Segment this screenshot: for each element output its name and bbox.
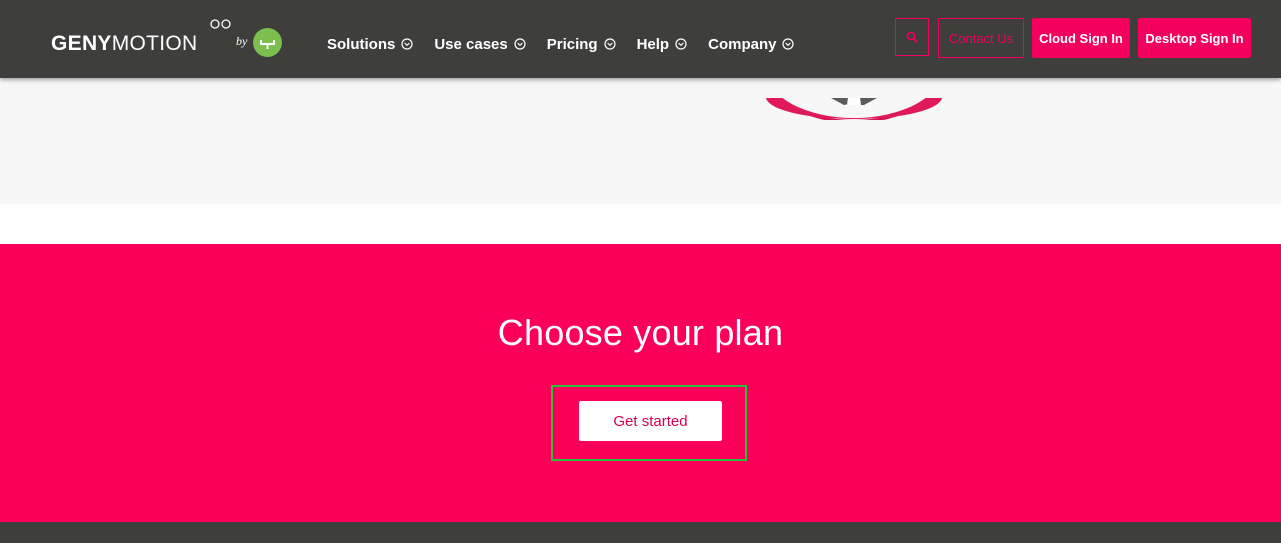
hero-illustration: [766, 98, 942, 120]
chevron-down-icon: [401, 38, 413, 50]
search-icon: [906, 31, 918, 43]
logo-text-light: MOTION: [111, 32, 198, 55]
footer: [0, 522, 1281, 543]
hero-section: [0, 78, 1281, 204]
nav-help-label: Help: [636, 35, 670, 53]
nav-use-cases[interactable]: Use cases: [434, 34, 526, 54]
nav-pricing-label: Pricing: [546, 35, 598, 53]
genymotion-logo[interactable]: GENYMOTION: [51, 30, 198, 60]
contact-us-button[interactable]: Contact Us: [938, 18, 1024, 58]
nav-company[interactable]: Company: [708, 34, 795, 54]
plan-heading: Choose your plan: [497, 312, 784, 353]
logo-dots-icon: [210, 19, 231, 29]
logo-text-bold: GENY: [51, 32, 112, 55]
choose-plan-section: Choose your plan Get started: [0, 244, 1281, 522]
search-button[interactable]: [895, 18, 929, 56]
get-started-button[interactable]: Get started: [579, 401, 722, 441]
chevron-down-icon: [514, 38, 526, 50]
nav-company-label: Company: [708, 35, 777, 53]
nav-help[interactable]: Help: [637, 34, 688, 54]
genymobile-badge-icon: [253, 28, 282, 57]
chevron-down-icon: [675, 38, 687, 50]
chevron-down-icon: [782, 38, 795, 50]
nav-solutions-label: Solutions: [327, 35, 396, 53]
desktop-sign-in-button[interactable]: Desktop Sign In: [1138, 18, 1251, 58]
nav-pricing[interactable]: Pricing: [547, 34, 616, 54]
cloud-sign-in-button[interactable]: Cloud Sign In: [1032, 18, 1130, 58]
chevron-down-icon: [603, 38, 616, 50]
nav-solutions[interactable]: Solutions: [327, 34, 413, 54]
main-nav: Solutions Use cases Pricing Help Company: [327, 34, 815, 54]
nav-use-cases-label: Use cases: [434, 35, 508, 53]
logo-by-text: by: [236, 34, 248, 48]
site-header: GENYMOTION by Solutions Use cases Pricin…: [0, 0, 1281, 78]
